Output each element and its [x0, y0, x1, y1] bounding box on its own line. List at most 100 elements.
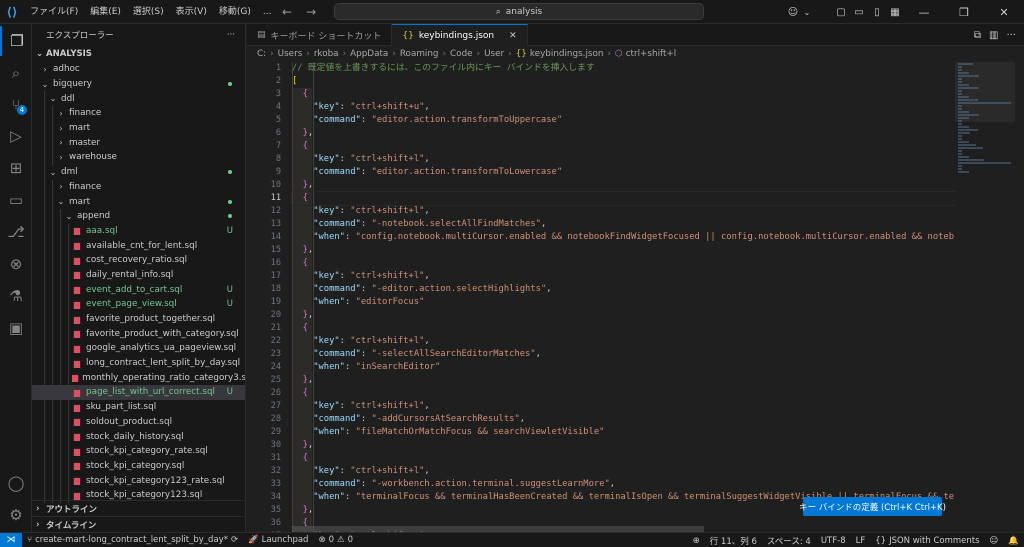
tree-file[interactable]: ▆ soldout_product.sql	[32, 414, 245, 430]
minimize-icon[interactable]: —	[904, 0, 944, 24]
copilot-icon[interactable]: ☺	[784, 0, 802, 24]
code-line[interactable]: // 既定値を上書きするには、このファイル内にキー バインドを挿入します	[292, 62, 955, 75]
minimap-slider[interactable]	[955, 62, 1015, 122]
code-line[interactable]: {	[292, 322, 955, 335]
split-editor-icon[interactable]: ▥	[989, 30, 998, 41]
launchpad-status[interactable]: 🚀 Launchpad	[243, 533, 313, 547]
tree-folder[interactable]: ⌄ mart	[32, 194, 245, 209]
indentation-status[interactable]: スペース: 4	[762, 533, 816, 547]
source-control-icon[interactable]: ⑂ 4	[0, 90, 32, 120]
code-line[interactable]: "key": "ctrl+shift+u",	[292, 101, 955, 114]
tree-folder[interactable]: ⌄ append	[32, 208, 245, 224]
tree-file[interactable]: ▆ event_page_view.sql U	[32, 297, 245, 312]
tree-file[interactable]: ▆ page_list_with_url_correct.sql U	[32, 385, 245, 400]
workspace-section[interactable]: ⌄ ANALYSIS	[32, 46, 245, 62]
code-line[interactable]: "command": "-workbench.action.terminal.s…	[292, 478, 955, 491]
tree-file[interactable]: ▆ monthly_operating_ratio_category3.sql	[32, 370, 245, 386]
tree-folder[interactable]: › finance	[32, 106, 245, 121]
tree-folder[interactable]: ⌄ dml	[32, 164, 245, 180]
toggle-secondary-sidebar-icon[interactable]: ▯	[868, 0, 886, 24]
code-line[interactable]: [	[292, 75, 955, 88]
tree-file[interactable]: ▆ event_add_to_cart.sql U	[32, 282, 245, 297]
restore-icon[interactable]: ❐	[944, 0, 984, 24]
code-line[interactable]: "command": "-editor.action.selectHighlig…	[292, 283, 955, 296]
cursor-position[interactable]: 行 11、列 6	[705, 533, 762, 547]
code-line[interactable]: {	[291, 191, 955, 206]
define-keybinding-button[interactable]: キー バインドの定義 (Ctrl+K Ctrl+K)	[799, 497, 946, 516]
more-actions-icon[interactable]: ···	[227, 30, 235, 40]
tree-file[interactable]: ▆ stock_kpi_category.sql	[32, 458, 245, 474]
extensions-icon[interactable]: ⊞	[0, 153, 32, 183]
menu-file[interactable]: ファイル(F)	[24, 0, 84, 24]
code-line[interactable]: "command": "-addCursorsAtSearchResults",	[292, 413, 955, 426]
code-line[interactable]: "key": "ctrl+shift+l",	[292, 270, 955, 283]
tree-file[interactable]: ▆ stock_kpi_category_rate.sql	[32, 443, 245, 459]
menu-edit[interactable]: 編集(E)	[84, 0, 127, 24]
git-graph-icon[interactable]: ⊗	[0, 249, 32, 279]
menu-view[interactable]: 表示(V)	[170, 0, 213, 24]
tree-folder[interactable]: › adhoc	[32, 62, 245, 77]
tree-file[interactable]: ▆ aaa.sql U	[32, 223, 245, 239]
notifications-bell-icon[interactable]: 🔔	[1003, 533, 1024, 547]
breadcrumb-item[interactable]: User	[484, 49, 504, 59]
tree-folder[interactable]: › mart	[32, 120, 245, 136]
close-tab-icon[interactable]: ✕	[509, 31, 517, 41]
testing-icon[interactable]: ⚗	[0, 281, 32, 311]
settings-gear-icon[interactable]: ⚙	[0, 500, 32, 530]
tree-file[interactable]: ▆ daily_rental_info.sql	[32, 267, 245, 283]
tree-file[interactable]: ▆ favorite_product_with_category.sql	[32, 326, 245, 342]
code-line[interactable]: {	[292, 387, 955, 400]
code-line[interactable]: },	[292, 179, 955, 192]
code-line[interactable]: "key": "ctrl+shift+l",	[292, 335, 955, 348]
code-line[interactable]: "key": "ctrl+shift+l",	[292, 153, 955, 166]
menu-go[interactable]: 移動(G)	[213, 0, 257, 24]
tree-file[interactable]: ▆ cost_recovery_ratio.sql	[32, 252, 245, 268]
code-line[interactable]: "command": "editor.action.transformToLow…	[292, 166, 955, 179]
breadcrumb-item[interactable]: ctrl+shift+l	[626, 49, 677, 59]
code-line[interactable]: "key": "ctrl+shift+l",	[292, 400, 955, 413]
tab-keybindings-json[interactable]: {} keybindings.json ✕	[392, 24, 528, 46]
copilot-status-icon[interactable]: ☺	[985, 533, 1004, 547]
close-window-icon[interactable]: ✕	[984, 0, 1024, 24]
tree-file[interactable]: ▆ google_analytics_ua_pageview.sql	[32, 341, 245, 356]
tree-file[interactable]: ▆ available_cnt_for_lent.sql	[32, 238, 245, 253]
remote-indicator-icon[interactable]: ⋊	[0, 532, 22, 547]
explorer-icon[interactable]: ❐	[0, 26, 32, 56]
code-line[interactable]: "command": "-selectAllSearchEditorMatche…	[292, 348, 955, 361]
accounts-icon[interactable]: ◯	[0, 468, 32, 498]
breadcrumb-item[interactable]: keybindings.json	[530, 49, 604, 59]
code-line[interactable]: "command": "editor.action.transformToUpp…	[292, 114, 955, 127]
code-line[interactable]: "key": "ctrl+shift+l",	[292, 205, 955, 218]
branch-status[interactable]: ⑂ create-mart-long_contract_lent_split_b…	[22, 533, 243, 547]
tree-file[interactable]: ▆ sku_part_list.sql	[32, 399, 245, 415]
code-line[interactable]: {	[292, 452, 955, 465]
run-debug-icon[interactable]: ▷	[0, 121, 32, 151]
eol-status[interactable]: LF	[851, 533, 871, 547]
breadcrumb-item[interactable]: Users	[278, 49, 303, 59]
customize-layout-icon[interactable]: ▦	[886, 0, 904, 24]
tree-file[interactable]: ▆ stock_daily_history.sql	[32, 429, 245, 444]
menu-more[interactable]: ...	[257, 0, 278, 24]
language-mode[interactable]: {} JSON with Comments	[870, 533, 984, 547]
code-line[interactable]: {	[292, 257, 955, 270]
code-line[interactable]: "key": "ctrl+shift+l",	[292, 465, 955, 478]
code-line[interactable]: {	[292, 140, 955, 153]
outline-section[interactable]: › アウトライン	[32, 500, 245, 516]
breadcrumb-item[interactable]: C:	[257, 49, 266, 59]
command-center-search[interactable]: ⌕ analysis	[334, 3, 704, 20]
more-actions-icon[interactable]: ···	[1006, 30, 1016, 41]
code-line[interactable]: "when": "fileMatchOrMatchFocus && search…	[292, 426, 955, 439]
timeline-section[interactable]: › タイムライン	[32, 516, 245, 532]
code-line[interactable]: },	[292, 439, 955, 452]
problems-status[interactable]: ⊗ 0 ⚠ 0	[313, 533, 358, 547]
code-area[interactable]: // 既定値を上書きするには、このファイル内にキー バインドを挿入します[ { …	[291, 62, 955, 532]
tree-folder[interactable]: › master	[32, 135, 245, 151]
gitlens-icon[interactable]: ⎇	[0, 217, 32, 247]
breadcrumb-item[interactable]: rkoba	[314, 49, 339, 59]
back-arrow-icon[interactable]: ←	[282, 5, 292, 19]
menu-selection[interactable]: 選択(S)	[127, 0, 170, 24]
toggle-panel-icon[interactable]: ▭	[850, 0, 868, 24]
code-line[interactable]: {	[292, 88, 955, 101]
tab-keyboard-shortcuts[interactable]: ▤ キーボード ショートカット	[247, 24, 393, 46]
vscode-logo-icon[interactable]: ⟨⟩	[0, 0, 24, 24]
